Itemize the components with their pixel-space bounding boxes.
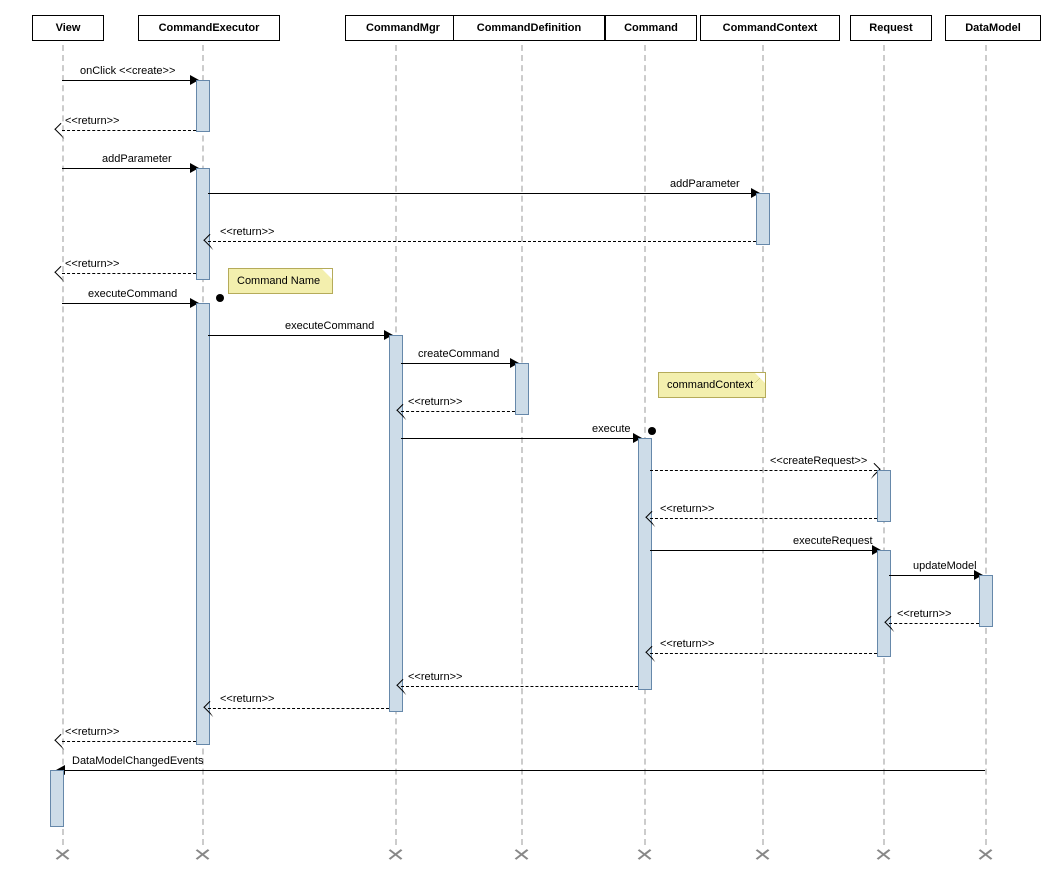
lifeline-command-definition bbox=[521, 45, 523, 845]
lifeline-view bbox=[62, 45, 64, 845]
message-line bbox=[889, 575, 979, 576]
message-line bbox=[208, 193, 756, 194]
message-label: executeCommand bbox=[285, 320, 374, 332]
message-label: <<return>> bbox=[220, 693, 274, 705]
return-line bbox=[889, 623, 979, 624]
message-label: <<return>> bbox=[220, 226, 274, 238]
message-label: DataModelChangedEvents bbox=[72, 755, 203, 767]
message-line bbox=[62, 770, 985, 771]
activation-bar bbox=[389, 335, 403, 712]
message-line bbox=[208, 335, 389, 336]
destroy-icon: ✕ bbox=[976, 845, 996, 866]
note-command-context: commandContext bbox=[658, 372, 766, 398]
message-label: <<return>> bbox=[897, 608, 951, 620]
message-label: <<createRequest>> bbox=[770, 455, 867, 467]
message-label: <<return>> bbox=[65, 258, 119, 270]
activation-bar bbox=[877, 550, 891, 657]
participant-request: Request bbox=[850, 15, 932, 41]
destroy-icon: ✕ bbox=[53, 845, 73, 866]
return-line bbox=[401, 411, 515, 412]
return-line bbox=[401, 686, 638, 687]
message-label: executeRequest bbox=[793, 535, 873, 547]
message-label: <<return>> bbox=[65, 726, 119, 738]
return-line bbox=[208, 708, 389, 709]
message-line bbox=[62, 168, 195, 169]
activation-bar bbox=[196, 303, 210, 745]
destroy-icon: ✕ bbox=[635, 845, 655, 866]
lifeline-request bbox=[883, 45, 885, 845]
note-anchor-dot bbox=[216, 294, 224, 302]
participant-command-context: CommandContext bbox=[700, 15, 840, 41]
destroy-icon: ✕ bbox=[753, 845, 773, 866]
activation-bar bbox=[196, 80, 210, 132]
message-label: <<return>> bbox=[65, 115, 119, 127]
activation-bar bbox=[877, 470, 891, 522]
message-label: addParameter bbox=[670, 178, 740, 190]
message-label: <<return>> bbox=[408, 396, 462, 408]
participant-view: View bbox=[32, 15, 104, 41]
return-line bbox=[62, 741, 196, 742]
destroy-icon: ✕ bbox=[193, 845, 213, 866]
activation-bar bbox=[50, 770, 64, 827]
message-label: createCommand bbox=[418, 348, 499, 360]
destroy-icon: ✕ bbox=[874, 845, 894, 866]
return-line bbox=[62, 130, 196, 131]
message-line bbox=[62, 303, 195, 304]
message-label: <<return>> bbox=[660, 638, 714, 650]
return-line bbox=[62, 273, 196, 274]
participant-command-executor: CommandExecutor bbox=[138, 15, 280, 41]
activation-bar bbox=[196, 168, 210, 280]
message-label: <<return>> bbox=[660, 503, 714, 515]
message-line bbox=[62, 80, 195, 81]
message-label: executeCommand bbox=[88, 288, 177, 300]
participant-command: Command bbox=[605, 15, 697, 41]
activation-bar bbox=[756, 193, 770, 245]
return-line bbox=[650, 518, 877, 519]
sequence-diagram: View CommandExecutor CommandMgr CommandD… bbox=[10, 10, 1040, 870]
participant-data-model: DataModel bbox=[945, 15, 1041, 41]
participant-command-mgr: CommandMgr bbox=[345, 15, 461, 41]
message-label: <<return>> bbox=[408, 671, 462, 683]
lifeline-command-context bbox=[762, 45, 764, 845]
note-command-name: Command Name bbox=[228, 268, 333, 294]
destroy-icon: ✕ bbox=[512, 845, 532, 866]
message-label: addParameter bbox=[102, 153, 172, 165]
message-label: updateModel bbox=[913, 560, 977, 572]
note-anchor-dot bbox=[648, 427, 656, 435]
activation-bar bbox=[515, 363, 529, 415]
return-line bbox=[208, 241, 756, 242]
lifeline-data-model bbox=[985, 45, 987, 845]
return-line bbox=[650, 653, 877, 654]
message-line bbox=[401, 363, 515, 364]
participant-command-definition: CommandDefinition bbox=[453, 15, 605, 41]
message-label: onClick <<create>> bbox=[80, 65, 175, 77]
message-line bbox=[650, 550, 877, 551]
destroy-icon: ✕ bbox=[386, 845, 406, 866]
message-line bbox=[401, 438, 638, 439]
activation-bar bbox=[979, 575, 993, 627]
message-label: execute bbox=[592, 423, 631, 435]
message-line bbox=[650, 470, 877, 471]
